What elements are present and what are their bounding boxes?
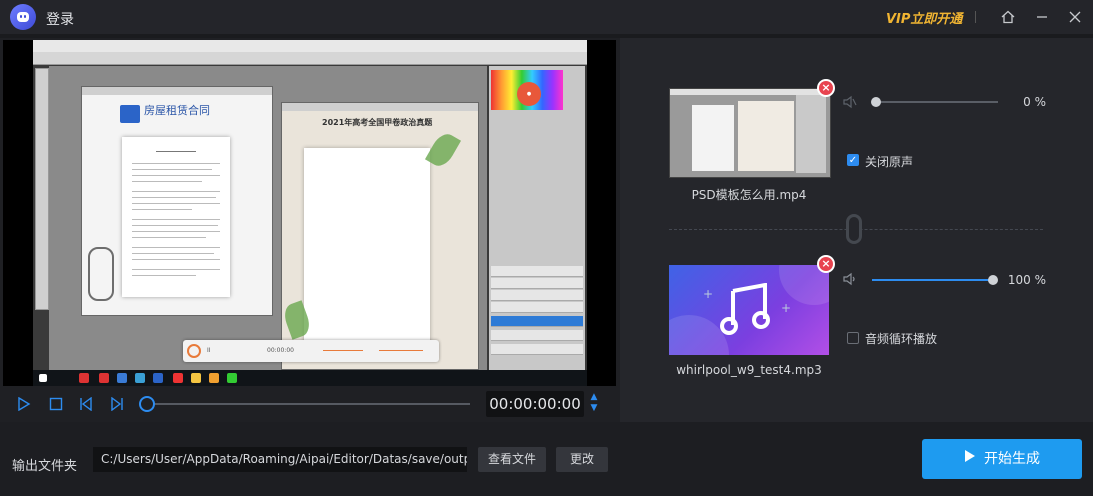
next-frame-icon[interactable] — [107, 394, 127, 414]
delete-icon: × — [819, 81, 833, 95]
app-logo-icon — [10, 4, 36, 30]
close-icon[interactable] — [1064, 6, 1086, 28]
title-bar: 登录 VIP立即开通 — [0, 0, 1093, 34]
music-note-icon — [720, 283, 770, 335]
mute-original-checkbox[interactable]: ✓ — [847, 154, 859, 166]
document-window-2: 2021年高考全国甲卷政治真题 — [281, 102, 479, 370]
leaf-decoration — [424, 129, 462, 171]
recording-badge: ● — [517, 82, 541, 106]
glasses-decoration — [88, 247, 114, 301]
video-preview[interactable]: 房屋租赁合同 2021年高考全国甲卷政治真题 ● II 00:00:00 — [3, 40, 616, 386]
recording-toolbar: II 00:00:00 — [183, 340, 439, 362]
video-volume-track[interactable] — [876, 101, 998, 103]
change-folder-button[interactable]: 更改 — [556, 447, 608, 472]
doc2-title: 2021年高考全国甲卷政治真题 — [322, 118, 433, 127]
output-folder-label: 输出文件夹 — [12, 459, 78, 474]
stop-icon[interactable] — [46, 394, 66, 414]
view-files-button[interactable]: 查看文件 — [478, 447, 546, 472]
ps-canvas: 房屋租赁合同 2021年高考全国甲卷政治真题 — [49, 66, 487, 370]
timecode-display[interactable]: 00:00:00:00 — [486, 391, 584, 417]
output-bar: 输出文件夹 C:/Users/User/AppData/Roaming/Aipa… — [0, 422, 1093, 496]
start-generate-button[interactable]: 开始生成 — [922, 439, 1082, 479]
windows-taskbar — [33, 370, 587, 386]
playback-controls: 00:00:00:00 ▲ ▼ — [0, 386, 618, 422]
audio-filename: whirlpool_w9_test4.mp3 — [676, 363, 822, 377]
video-thumbnail[interactable] — [669, 88, 831, 178]
output-path-field[interactable]: C:/Users/User/AppData/Roaming/Aipai/Edit… — [93, 447, 467, 472]
preview-frame: 房屋租赁合同 2021年高考全国甲卷政治真题 ● II 00:00:00 — [33, 40, 587, 386]
video-filename: PSD模板怎么用.mp4 — [691, 188, 807, 202]
title-separator — [975, 11, 976, 23]
login-link[interactable]: 登录 — [46, 9, 74, 29]
mute-original-label: 关闭原声 — [865, 155, 914, 169]
chevron-up-icon[interactable]: ▲ — [588, 392, 600, 403]
loop-audio-label: 音频循环播放 — [865, 332, 938, 346]
remove-video-button[interactable]: × — [817, 79, 835, 97]
word-logo-icon — [120, 105, 140, 123]
record-pause-icon — [187, 344, 201, 358]
play-icon[interactable] — [14, 394, 34, 414]
video-volume-knob[interactable] — [871, 97, 881, 107]
link-icon — [846, 214, 862, 244]
play-icon — [964, 439, 976, 479]
speaker-icon[interactable] — [843, 272, 857, 290]
home-icon[interactable] — [997, 6, 1019, 28]
doc1-page — [122, 137, 230, 297]
vip-button[interactable]: VIP立即开通 — [886, 8, 962, 27]
minimize-icon[interactable] — [1031, 6, 1053, 28]
timeline-knob[interactable] — [139, 396, 155, 412]
audio-volume-value: 100 % — [1007, 273, 1046, 287]
doc1-title: 房屋租赁合同 — [144, 104, 210, 117]
remove-audio-button[interactable]: × — [817, 255, 835, 273]
start-generate-label: 开始生成 — [984, 451, 1040, 467]
selected-layer — [491, 316, 583, 327]
track-panel: × PSD模板怎么用.mp4 0 % ✓ 关闭原声 + + × whirlpoo… — [620, 38, 1093, 422]
previous-frame-icon[interactable] — [76, 394, 96, 414]
timecode-stepper[interactable]: ▲ ▼ — [588, 392, 600, 414]
speaker-muted-icon[interactable] — [843, 95, 857, 113]
ps-toolbox — [35, 68, 49, 310]
chevron-down-icon[interactable]: ▼ — [588, 403, 600, 414]
ps-panels: ● — [489, 66, 585, 370]
ps-options-bar — [33, 52, 587, 65]
timeline-track[interactable] — [148, 403, 470, 405]
delete-icon: × — [819, 257, 833, 271]
document-window-1: 房屋租赁合同 — [81, 86, 273, 316]
audio-volume-fill — [872, 279, 994, 281]
loop-audio-checkbox[interactable] — [847, 332, 859, 344]
doc2-page — [304, 148, 430, 358]
audio-thumbnail[interactable]: + + — [669, 265, 829, 355]
video-volume-value: 0 % — [1023, 95, 1046, 109]
